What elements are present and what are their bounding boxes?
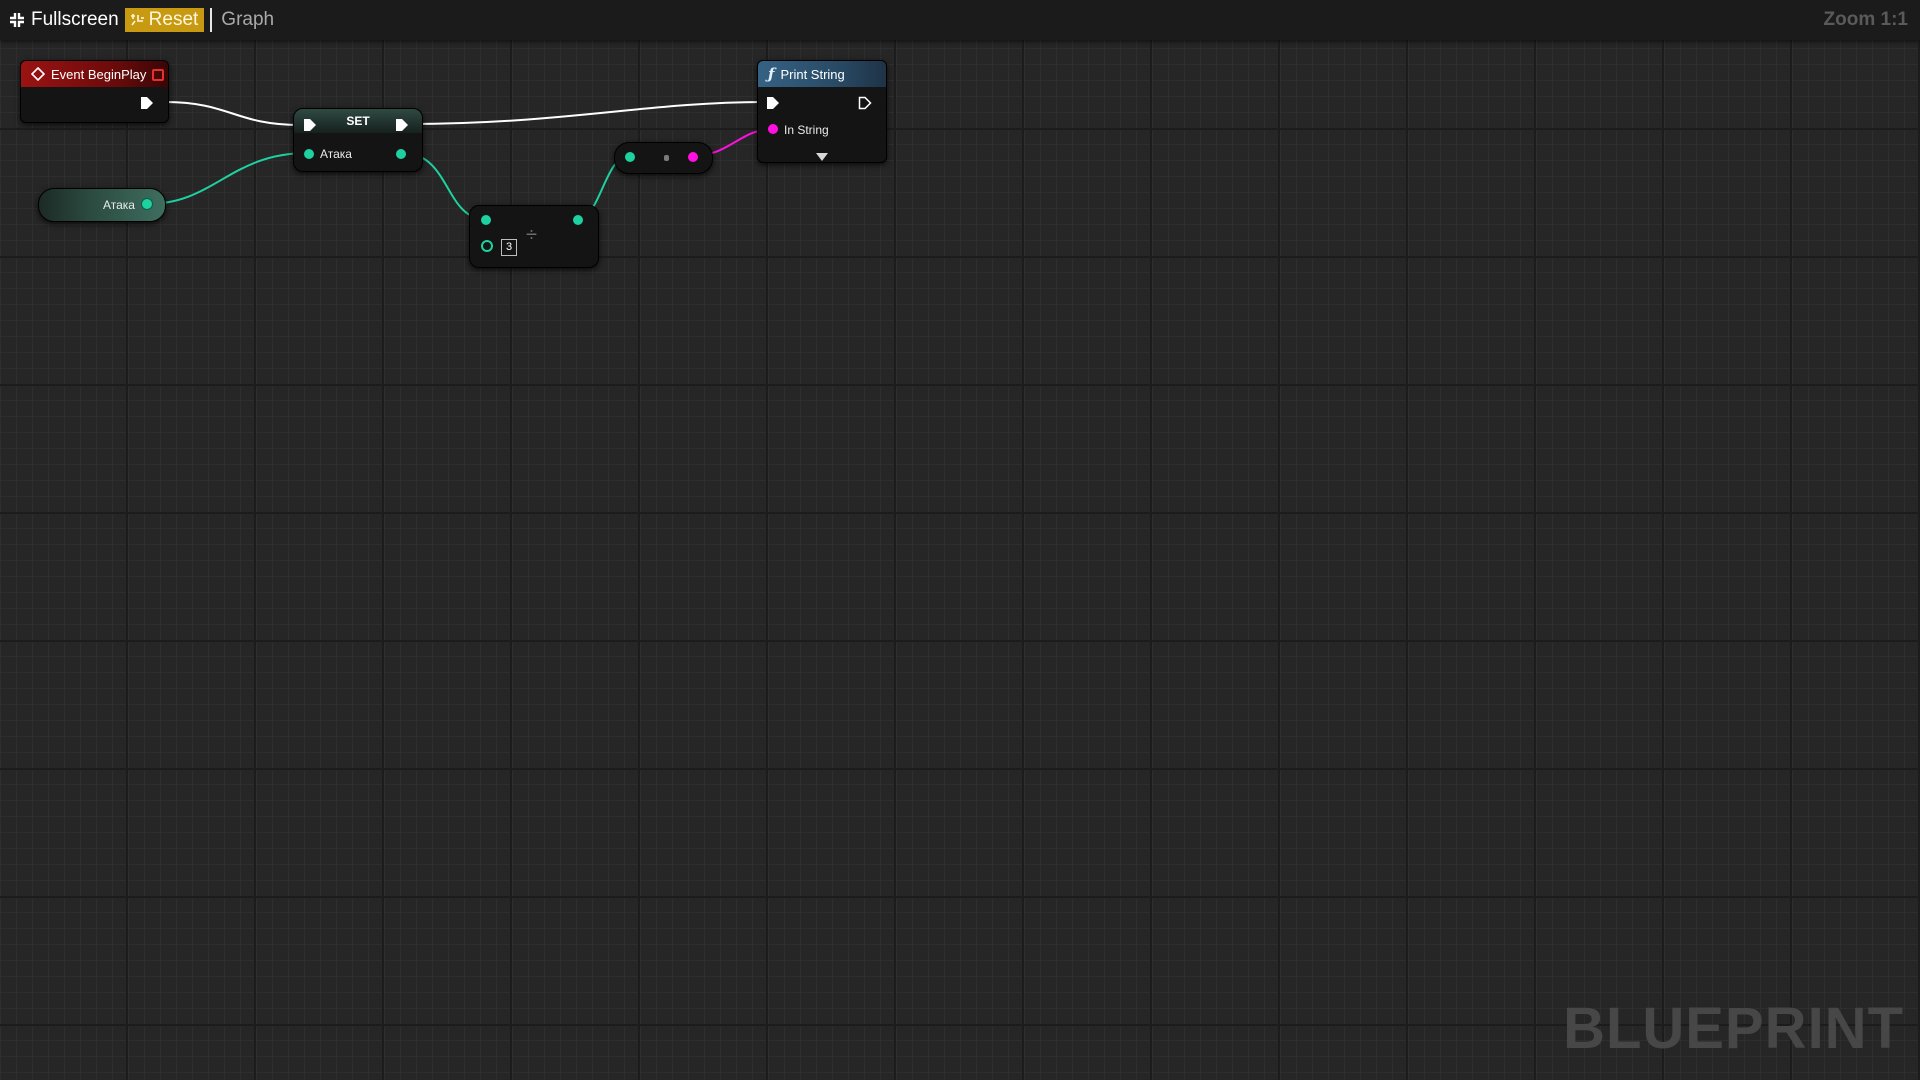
function-icon: ƒ: [768, 65, 775, 83]
fullscreen-icon: [10, 13, 24, 27]
fullscreen-button[interactable]: Fullscreen: [9, 9, 119, 31]
wire-layer: [146, 101, 774, 220]
reset-button[interactable]: Reset: [124, 8, 205, 32]
node-title: SET: [346, 114, 370, 128]
string-output-pin[interactable]: [688, 152, 698, 162]
node-header: ƒ Print String: [758, 61, 886, 87]
event-diamond-icon: [31, 67, 45, 81]
exec-input-pin[interactable]: [303, 118, 317, 132]
graph-label: Graph: [221, 9, 275, 30]
toolbar-divider: [210, 8, 213, 32]
delegate-pin[interactable]: [152, 69, 164, 81]
event-beginplay-node[interactable]: Event BeginPlay: [20, 60, 169, 123]
node-title: Print String: [780, 66, 845, 82]
float-input-pin[interactable]: [625, 152, 635, 162]
exec-output-pin[interactable]: [140, 96, 154, 110]
exec-input-pin[interactable]: [766, 96, 780, 110]
fullscreen-label: Fullscreen: [31, 9, 119, 30]
print-string-node[interactable]: ƒ Print String In String: [757, 60, 887, 163]
string-input-pin[interactable]: [768, 124, 778, 134]
float-output-pin[interactable]: [396, 149, 406, 159]
conversion-dot-icon: [664, 155, 669, 161]
variable-name: Атака: [103, 198, 135, 212]
node-title: Event BeginPlay: [51, 66, 147, 82]
reset-label: Reset: [148, 9, 199, 30]
pin-label: In String: [784, 123, 829, 137]
divide-node[interactable]: 3 ÷: [469, 205, 599, 268]
float-input-pin[interactable]: [304, 149, 314, 159]
float-input-b-pin[interactable]: [481, 240, 493, 252]
exec-output-pin[interactable]: [395, 118, 409, 132]
exec-output-pin[interactable]: [858, 96, 872, 110]
float-input-a-pin[interactable]: [481, 215, 491, 225]
set-node[interactable]: SET Атака: [293, 108, 423, 172]
pin-label: Атака: [320, 147, 352, 161]
float-output-pin[interactable]: [142, 199, 152, 209]
exec-wire-event-to-set[interactable]: [164, 101, 301, 126]
expand-arrow-icon[interactable]: [816, 153, 828, 161]
node-header: Event BeginPlay: [21, 61, 168, 87]
float-to-string-conversion-node[interactable]: [614, 142, 713, 174]
variable-get-node[interactable]: Атака: [38, 188, 166, 222]
reset-icon: [130, 14, 144, 26]
divisor-value[interactable]: 3: [501, 239, 517, 256]
float-wire-var-to-set[interactable]: [146, 152, 309, 205]
float-output-pin[interactable]: [573, 215, 583, 225]
zoom-level: Zoom 1:1: [1823, 9, 1908, 30]
divide-icon: ÷: [526, 224, 537, 246]
exec-wire-set-to-print[interactable]: [409, 101, 764, 125]
toolbar: Fullscreen Reset Graph Zoom 1:1: [0, 0, 1920, 40]
